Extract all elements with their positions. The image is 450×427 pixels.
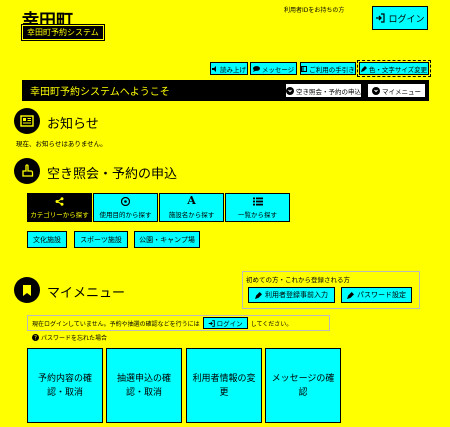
mymenu-nav-label: マイメニュー [382,87,421,96]
lottery-check-button[interactable]: 抽選申込の確認・取消 [106,348,182,423]
read-aloud-button[interactable]: 読み上げ [210,62,248,75]
book-icon [301,65,308,72]
mymenu-nav-button[interactable]: マイメニュー [367,83,426,98]
svg-text:?: ? [34,335,37,341]
notices-title: お知らせ [47,117,99,132]
message-icon [252,65,260,72]
category-button[interactable]: 文化施設 [27,231,67,248]
login-button-label: ログイン [388,14,425,25]
pen-icon [255,291,262,299]
list-icon [252,197,263,206]
forgot-password-label: パスワードを忘れた場合 [41,335,108,342]
register-button[interactable]: 利用者登録事前入力 [248,287,335,303]
tab-category[interactable]: カテゴリーから探す [27,193,92,222]
chevron-circle-icon [286,86,294,95]
forgot-password-link[interactable]: ? パスワードを忘れた場合 [32,333,107,342]
target-icon [121,196,130,206]
notice-login-label: ログイン [216,320,243,328]
tab-purpose-label: 使用目的から探す [99,210,152,219]
password-setting-button[interactable]: パスワード設定 [341,287,412,303]
tab-facility-name[interactable]: A 施設名から探す [159,193,224,222]
login-notice: 現在ログインしていません。予約や抽選の確認などを行うには ログイン してください… [27,315,330,331]
password-setting-label: パスワード設定 [357,291,406,299]
color-font-size-label: 色・文字サイズ変更 [368,65,428,74]
guide-button[interactable]: ご利用の手引き [300,62,356,75]
welcome-text: 幸田町予約システムへようこそ [30,87,170,98]
system-name-badge: 幸田町予約システム [21,24,105,41]
notice-login-button[interactable]: ログイン [202,317,248,329]
login-icon [375,13,386,23]
speaker-icon [212,65,218,72]
read-aloud-label: 読み上げ [220,65,246,74]
guide-label: ご利用の手引き [309,65,355,74]
login-help-text: 利用者IDをお持ちの方 [284,7,345,14]
share-icon [55,196,64,206]
chevron-circle-icon [372,86,380,95]
category-button[interactable]: 公園・キャンプ場 [134,231,200,248]
login-notice-suffix: してください。 [250,320,293,328]
login-notice-text: 現在ログインしていません。予約や抽選の確認などを行うには [32,320,200,328]
hand-pointer-icon [14,158,40,184]
user-info-change-button[interactable]: 利用者情報の変更 [186,348,262,423]
pen-icon [347,291,354,299]
tab-facility-name-label: 施設名から探す [168,211,215,219]
login-icon [208,319,215,327]
message-label: メッセージ [261,65,295,74]
tab-category-label: カテゴリーから探す [30,210,89,219]
reservation-check-button[interactable]: 予約内容の確認・取消 [27,348,103,423]
tab-list-label: 一覧から探す [238,210,277,219]
bookmark-icon [14,277,40,303]
tab-list[interactable]: 一覧から探す [225,193,290,222]
notices-body: 現在、お知らせはありません。 [16,140,107,148]
color-font-size-button[interactable]: 色・文字サイズ変更 [357,60,431,77]
letter-a-icon: A [187,194,196,207]
tab-purpose[interactable]: 使用目的から探す [93,193,158,222]
mymenu-title: マイメニュー [47,286,126,301]
search-section-title: 空き照会・予約の申込 [47,167,178,182]
question-circle-icon: ? [32,334,39,341]
message-check-button[interactable]: メッセージの確認 [265,348,341,423]
login-button[interactable]: ログイン [372,6,428,30]
availability-nav-label: 空き照会・予約の申込 [296,87,361,96]
category-button[interactable]: スポーツ施設 [74,231,128,248]
register-button-label: 利用者登録事前入力 [265,291,328,299]
pen-icon [360,65,367,72]
availability-nav-button[interactable]: 空き照会・予約の申込 [285,83,362,98]
newspaper-icon [14,108,40,134]
first-time-text: 初めての方・これから登録される方 [246,276,350,284]
message-button[interactable]: メッセージ [250,62,297,75]
